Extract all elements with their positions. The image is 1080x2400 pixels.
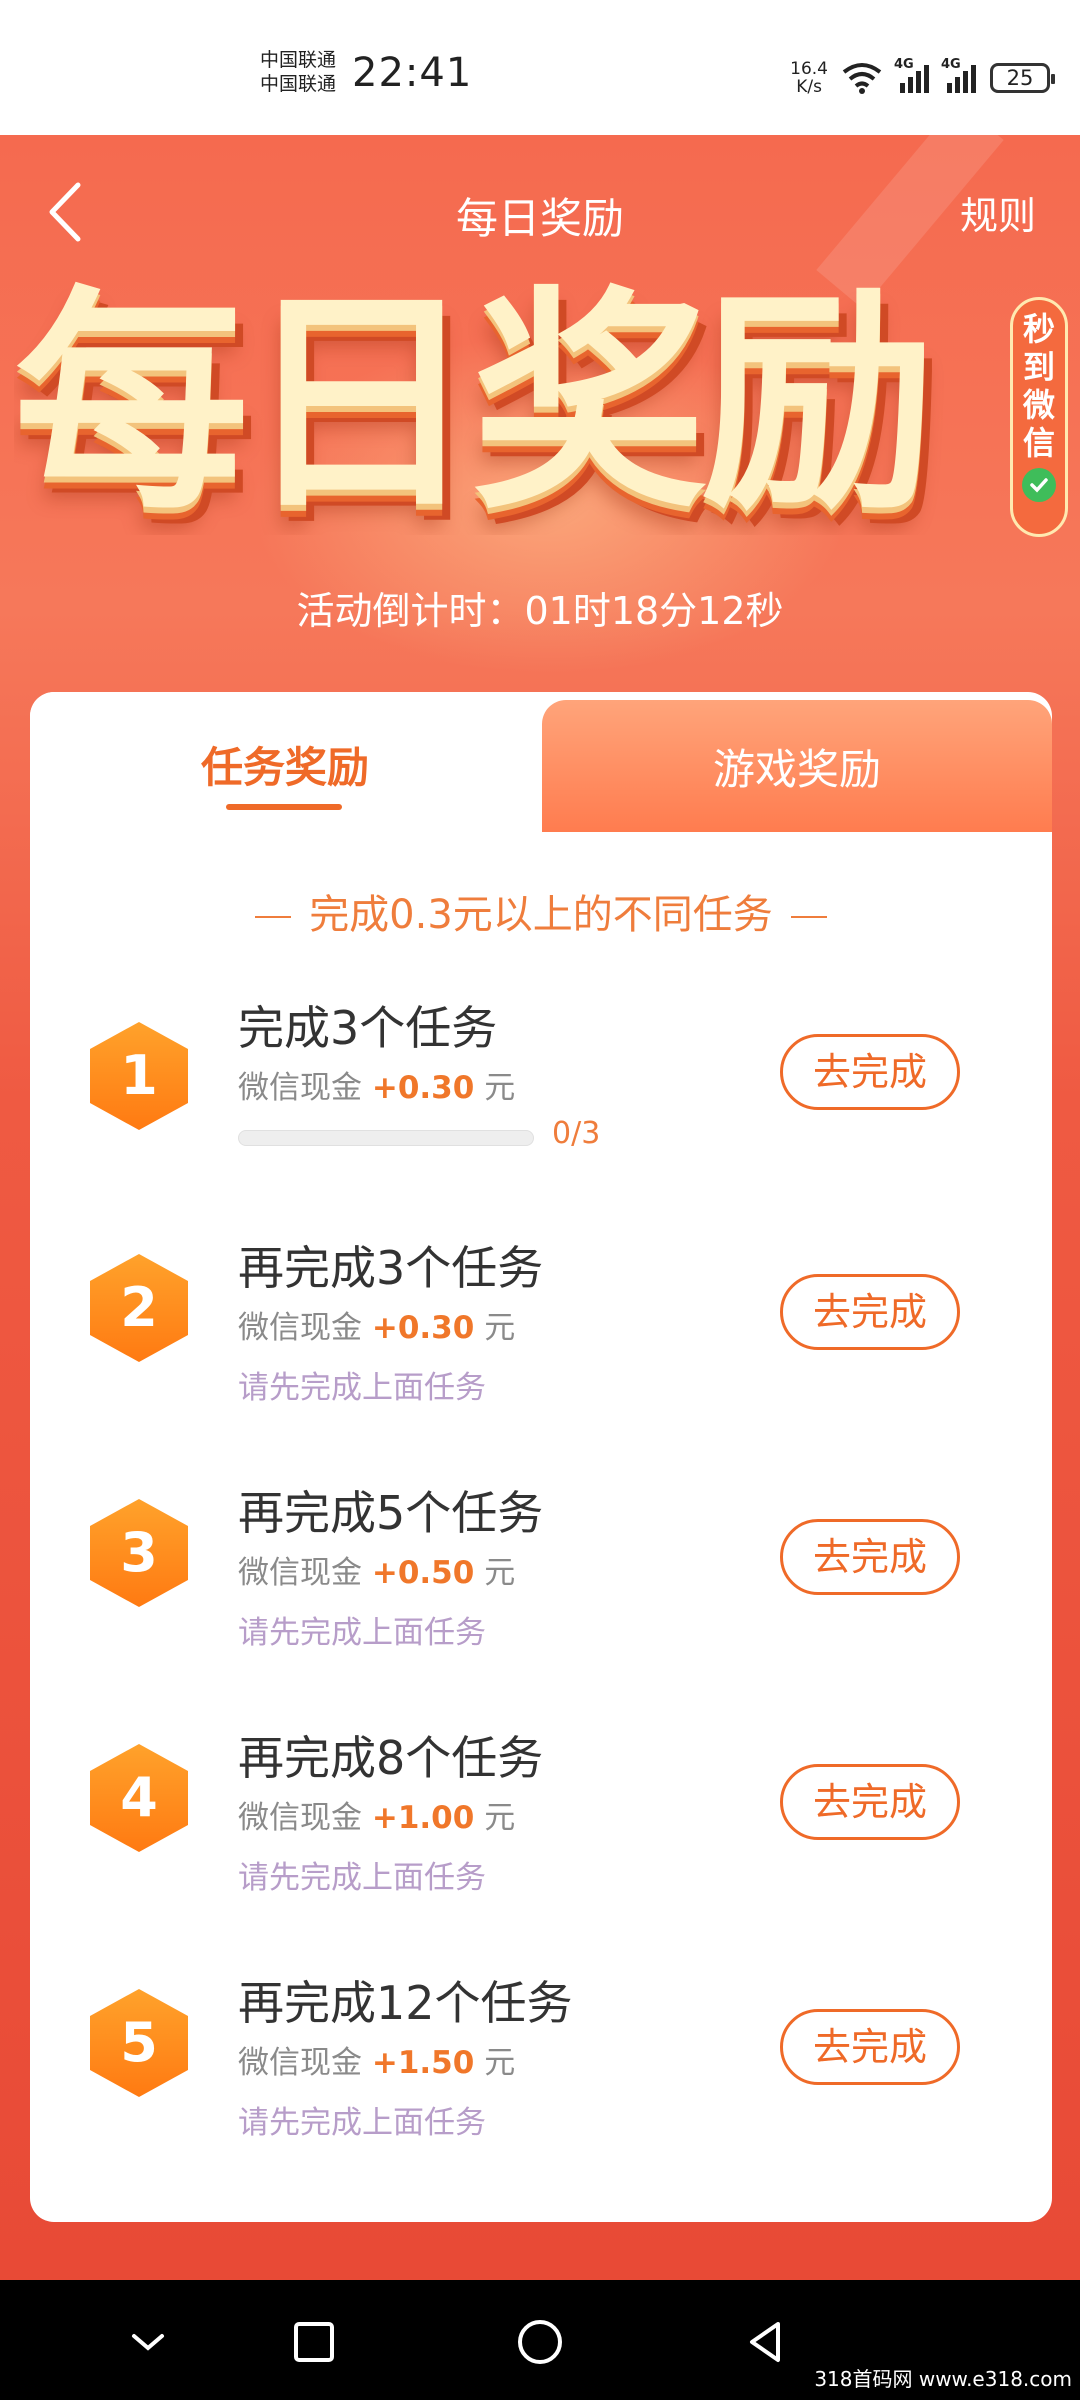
reward-unit: 元 <box>484 2045 516 2081</box>
badge-char: 到 <box>1022 348 1055 386</box>
rules-link[interactable]: 规则 <box>960 185 1036 240</box>
cell-signal-1-icon: 4G <box>894 57 929 93</box>
task-number-badge: 4 <box>90 1744 188 1852</box>
signal-2-label: 4G <box>941 57 961 72</box>
task-hint: 请先完成上面任务 <box>238 1615 486 1651</box>
wifi-icon <box>842 63 882 94</box>
carrier-2: 中国联通 <box>260 73 337 95</box>
task-title: 再完成12个任务 <box>238 1976 573 2030</box>
reward-label: 微信现金 <box>238 1555 362 1591</box>
status-icons: 16.4 K/s 4G 4G 25 <box>790 56 1055 100</box>
go-complete-button[interactable]: 去完成 <box>780 1034 960 1110</box>
reward-label: 微信现金 <box>238 1070 362 1106</box>
task-title: 再完成5个任务 <box>238 1486 544 1540</box>
task-title: 再完成8个任务 <box>238 1731 544 1785</box>
battery-icon: 25 <box>990 63 1055 93</box>
nav-recents-button[interactable] <box>284 2312 344 2372</box>
task-title: 完成3个任务 <box>238 1001 498 1055</box>
section-subtitle: 完成0.3元以上的不同任务 <box>30 882 1052 940</box>
reward-amount: +0.30 <box>371 1310 475 1346</box>
task-reward: 微信现金 +1.50 元 <box>238 2037 515 2082</box>
nav-home-button[interactable] <box>510 2312 570 2372</box>
task-hint: 请先完成上面任务 <box>238 1370 486 1406</box>
page-title: 每日奖励 <box>455 194 624 243</box>
task-item: 5 再完成12个任务 微信现金 +1.50 元 请先完成上面任务 去完成 <box>30 1967 1052 2207</box>
task-item: 3 再完成5个任务 微信现金 +0.50 元 请先完成上面任务 去完成 <box>30 1477 1052 1717</box>
task-reward: 微信现金 +0.30 元 <box>238 1302 515 1347</box>
tab-task-rewards[interactable]: 任务奖励 <box>30 692 540 832</box>
countdown-value: 01时18分12秒 <box>524 589 784 633</box>
task-hint: 请先完成上面任务 <box>238 1860 486 1896</box>
reward-unit: 元 <box>484 1070 516 1106</box>
divider <box>790 916 827 918</box>
reward-amount: +1.00 <box>371 1800 475 1836</box>
task-reward: 微信现金 +1.00 元 <box>238 1792 515 1837</box>
reward-unit: 元 <box>484 1310 516 1346</box>
watermark: 318首码网 www.e318.com <box>814 2367 1072 2391</box>
nav-bar: 每日奖励 规则 <box>0 165 1080 255</box>
net-speed-value: 16.4 <box>790 59 828 79</box>
task-number-badge: 1 <box>90 1022 188 1130</box>
go-complete-button[interactable]: 去完成 <box>780 2009 960 2085</box>
signal-1-label: 4G <box>894 57 914 72</box>
divider <box>255 916 292 918</box>
system-nav-bar: 318首码网 www.e318.com <box>0 2280 1080 2400</box>
task-reward: 微信现金 +0.30 元 <box>238 1062 515 1107</box>
tab-game-rewards[interactable]: 游戏奖励 <box>542 700 1052 832</box>
nav-back-button[interactable] <box>736 2312 796 2372</box>
check-icon <box>1022 468 1056 502</box>
task-item: 1 完成3个任务 微信现金 +0.30 元 0/3 去完成 <box>30 992 1052 1232</box>
square-icon <box>294 2322 334 2362</box>
task-hint: 请先完成上面任务 <box>238 2105 486 2141</box>
net-speed-unit: K/s <box>796 77 822 97</box>
go-complete-button[interactable]: 去完成 <box>780 1764 960 1840</box>
badge-char: 秒 <box>1022 310 1055 348</box>
progress-text: 0/3 <box>552 1116 601 1151</box>
carrier-1: 中国联通 <box>260 49 337 71</box>
tab-underline <box>226 804 342 810</box>
status-bar: 中国联通 中国联通 22:41 16.4 K/s 4G 4G 25 <box>0 0 1080 135</box>
tab-label: 任务奖励 <box>200 743 369 792</box>
reward-label: 微信现金 <box>238 1310 362 1346</box>
task-number-badge: 3 <box>90 1499 188 1607</box>
reward-label: 微信现金 <box>238 1800 362 1836</box>
banner-headline: 每日奖励 <box>14 275 936 535</box>
task-item: 4 再完成8个任务 微信现金 +1.00 元 请先完成上面任务 去完成 <box>30 1722 1052 1962</box>
reward-label: 微信现金 <box>238 2045 362 2081</box>
task-number-badge: 2 <box>90 1254 188 1362</box>
badge-char: 信 <box>1022 424 1055 462</box>
chevron-down-icon <box>132 2334 164 2351</box>
task-number-badge: 5 <box>90 1989 188 2097</box>
reward-unit: 元 <box>484 1555 516 1591</box>
reward-amount: +0.50 <box>371 1555 475 1591</box>
nav-down-button[interactable] <box>118 2312 178 2372</box>
reward-amount: +0.30 <box>371 1070 475 1106</box>
go-complete-button[interactable]: 去完成 <box>780 1274 960 1350</box>
task-card: 游戏奖励 任务奖励 完成0.3元以上的不同任务 1 完成3个任务 微信现金 +0… <box>30 692 1052 2222</box>
go-complete-button[interactable]: 去完成 <box>780 1519 960 1595</box>
reward-amount: +1.50 <box>371 2045 475 2081</box>
net-speed: 16.4 K/s <box>790 60 828 96</box>
task-reward: 微信现金 +0.50 元 <box>238 1547 515 1592</box>
countdown: 活动倒计时：01时18分12秒 <box>0 580 1080 635</box>
tab-label: 游戏奖励 <box>712 745 881 794</box>
instant-wechat-badge: 秒 到 微 信 <box>1010 297 1068 537</box>
task-item: 2 再完成3个任务 微信现金 +0.30 元 请先完成上面任务 去完成 <box>30 1232 1052 1472</box>
carrier-names: 中国联通 中国联通 <box>260 48 336 96</box>
triangle-back-icon <box>750 2322 780 2362</box>
reward-unit: 元 <box>484 1800 516 1836</box>
task-progress-bar <box>238 1130 534 1146</box>
subtitle-text: 完成0.3元以上的不同任务 <box>309 892 773 938</box>
badge-char: 微 <box>1022 386 1055 424</box>
countdown-label: 活动倒计时： <box>296 589 525 633</box>
cell-signal-2-icon: 4G <box>941 57 976 93</box>
clock: 22:41 <box>352 50 473 96</box>
circle-icon <box>518 2320 562 2364</box>
task-title: 再完成3个任务 <box>238 1241 544 1295</box>
